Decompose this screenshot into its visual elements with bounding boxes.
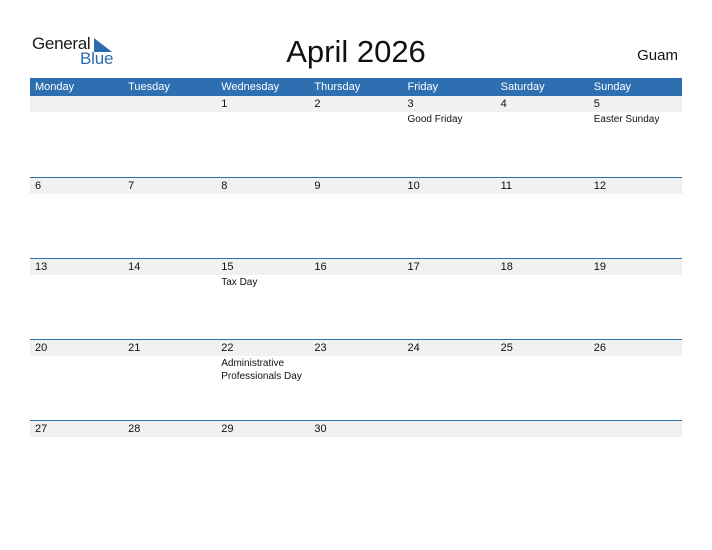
day-number: 6 (35, 180, 42, 192)
day-cell: 10 (403, 178, 496, 194)
day-cell: 15 Tax Day (216, 259, 309, 289)
week-row: 6 7 8 9 10 11 12 (30, 177, 682, 258)
country-label: Guam (637, 47, 678, 64)
day-cell (403, 421, 496, 437)
day-number: 27 (35, 423, 48, 435)
day-cell: 1 (216, 96, 309, 126)
day-number: 15 (221, 261, 234, 273)
day-number (128, 96, 216, 112)
day-cell (123, 96, 216, 126)
day-number: 12 (593, 180, 606, 192)
day-number: 26 (593, 342, 606, 354)
day-number: 19 (593, 261, 606, 273)
day-number: 14 (128, 261, 141, 273)
day-number: 7 (128, 180, 135, 192)
holiday-label: Tax Day (221, 277, 258, 288)
day-cell: 13 (30, 259, 123, 289)
day-cell: 30 (309, 421, 402, 437)
calendar-grid: Monday Tuesday Wednesday Thursday Friday Satu… (30, 78, 682, 501)
week-row: 1 2 3 Good Friday 4 5 Easter Sunday (30, 96, 682, 177)
day-cell: 3 Good Friday (403, 96, 496, 126)
day-number: 25 (500, 342, 513, 354)
day-cell: 8 (216, 178, 309, 194)
weekday-tuesday: Tuesday (128, 81, 170, 93)
day-number: 8 (221, 180, 228, 192)
day-cell: 19 (589, 259, 682, 289)
day-number: 11 (500, 180, 513, 192)
holiday-label: Administrative Professionals Day (221, 358, 302, 382)
day-cell: 6 (30, 178, 123, 194)
day-cell: 17 (403, 259, 496, 289)
day-number: 20 (35, 342, 48, 354)
week-row: 27 28 29 30 (30, 420, 682, 501)
day-number: 22 (221, 342, 234, 354)
day-cell: 23 (309, 340, 402, 383)
day-cell: 5 Easter Sunday (589, 96, 682, 126)
weekday-monday: Monday (35, 81, 75, 93)
day-cell: 7 (123, 178, 216, 194)
day-cell: 12 (589, 178, 682, 194)
day-cell: 14 (123, 259, 216, 289)
day-number: 10 (407, 180, 420, 192)
day-number: 30 (314, 423, 327, 435)
weekday-saturday: Saturday (500, 81, 545, 93)
weekday-sunday: Sunday (593, 81, 632, 93)
day-cell: 24 (403, 340, 496, 383)
day-cell: 21 (123, 340, 216, 383)
day-cell: 29 (216, 421, 309, 437)
day-cell: 27 (30, 421, 123, 437)
day-cell: 11 (496, 178, 589, 194)
day-number (501, 421, 589, 437)
day-number: 9 (314, 180, 321, 192)
day-number: 2 (314, 98, 321, 110)
day-number: 5 (593, 98, 600, 110)
day-cell (589, 421, 682, 437)
day-number: 18 (500, 261, 513, 273)
day-cell: 16 (309, 259, 402, 289)
day-cell: 26 (589, 340, 682, 383)
day-cell: 4 (496, 96, 589, 126)
day-cell: 9 (309, 178, 402, 194)
day-number: 28 (128, 423, 141, 435)
day-number: 17 (407, 261, 420, 273)
day-cell: 25 (496, 340, 589, 383)
week-row: 13 14 15 Tax Day 16 17 18 19 (30, 258, 682, 339)
day-number: 21 (128, 342, 141, 354)
day-number: 3 (407, 98, 414, 110)
holiday-label: Easter Sunday (593, 114, 660, 125)
day-cell: 20 (30, 340, 123, 383)
day-cell: 18 (496, 259, 589, 289)
day-cell: 2 (309, 96, 402, 126)
day-number (35, 96, 123, 112)
day-cell (496, 421, 589, 437)
day-number (594, 421, 682, 437)
weekday-thursday: Thursday (314, 81, 361, 93)
day-cell (30, 96, 123, 126)
page-title: April 2026 (286, 34, 426, 69)
holiday-label: Good Friday (407, 114, 463, 125)
day-number: 24 (407, 342, 420, 354)
day-number: 29 (221, 423, 234, 435)
day-number: 23 (314, 342, 327, 354)
weekday-wednesday: Wednesday (221, 81, 280, 93)
day-number: 13 (35, 261, 48, 273)
day-cell: 28 (123, 421, 216, 437)
weekday-header: Monday Tuesday Wednesday Thursday Friday Satu… (30, 78, 682, 96)
day-number (408, 421, 496, 437)
week-row: 20 21 22 Administrative Professionals Day 23… (30, 339, 682, 420)
day-number: 16 (314, 261, 327, 273)
weekday-friday: Friday (407, 81, 439, 93)
day-number: 4 (500, 98, 507, 110)
calendar-weeks: 1 2 3 Good Friday 4 5 Easter Sunday 6 7 8 9 10 11 12 1… (30, 96, 682, 501)
day-cell: 22 Administrative Professionals Day (216, 340, 309, 383)
day-number: 1 (221, 98, 228, 110)
